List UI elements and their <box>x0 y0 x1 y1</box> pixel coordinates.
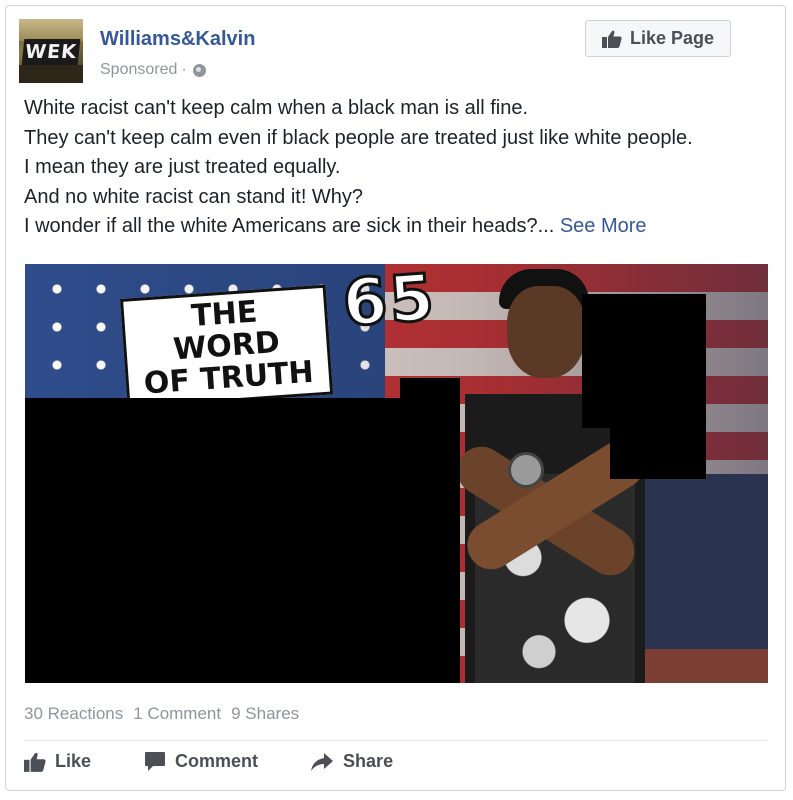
redaction-block <box>582 294 706 428</box>
logo-stripe <box>19 65 83 83</box>
like-label: Like <box>55 751 92 771</box>
logo-text: WEK <box>21 39 81 65</box>
comments-count[interactable]: 1 Comment <box>133 704 221 724</box>
post-meta: Sponsored · <box>100 61 206 79</box>
post-text-line-last: I wonder if all the white Americans are … <box>24 212 764 242</box>
image-headline: THE WORD OF TRUTH 65 <box>120 264 440 409</box>
shares-count[interactable]: 9 Shares <box>231 704 299 724</box>
meta-separator: · <box>181 61 187 78</box>
post-image[interactable]: THE WORD OF TRUTH 65 <box>25 264 768 683</box>
headline-number: 65 <box>339 264 440 343</box>
share-arrow-icon <box>311 752 334 771</box>
action-bar: Like Comment Share <box>24 751 393 772</box>
wristwatch <box>508 452 544 488</box>
share-button[interactable]: Share <box>310 751 393 772</box>
headline-words: THE WORD OF TRUTH <box>120 284 334 409</box>
engagement-stats: 30 Reactions 1 Comment 9 Shares <box>24 704 299 724</box>
share-label: Share <box>343 751 394 771</box>
reactions-count[interactable]: 30 Reactions <box>24 704 123 724</box>
comment-bubble-icon <box>145 752 166 771</box>
sponsored-label[interactable]: Sponsored <box>100 61 177 79</box>
post-text: White racist can't keep calm when a blac… <box>24 94 764 242</box>
like-page-label: Like Page <box>629 28 715 48</box>
post-text-line: I mean they are just treated equally. <box>24 156 341 178</box>
thumbs-up-icon <box>24 752 46 772</box>
comment-label: Comment <box>175 751 259 771</box>
redaction-block <box>400 378 460 402</box>
see-more-link[interactable]: See More <box>560 215 647 237</box>
post-text-line: I wonder if all the white Americans are … <box>24 215 555 237</box>
like-page-button[interactable]: Like Page <box>585 20 731 57</box>
redaction-block <box>610 424 706 479</box>
page-name-link[interactable]: Williams&Kalvin <box>100 28 255 51</box>
redaction-block <box>25 398 460 683</box>
globe-icon <box>192 63 206 77</box>
page-logo[interactable]: WEK <box>19 19 83 83</box>
comment-button[interactable]: Comment <box>144 751 258 772</box>
like-button[interactable]: Like <box>24 751 91 772</box>
post-text-line: And no white racist can stand it! Why? <box>24 185 364 208</box>
post-text-line: White racist can't keep calm when a blac… <box>24 97 529 119</box>
post-text-line: They can't keep calm even if black peopl… <box>24 126 693 149</box>
stats-divider <box>24 740 767 741</box>
logo-background <box>19 19 83 41</box>
person-head <box>507 286 585 378</box>
thumbs-up-icon <box>601 30 622 48</box>
